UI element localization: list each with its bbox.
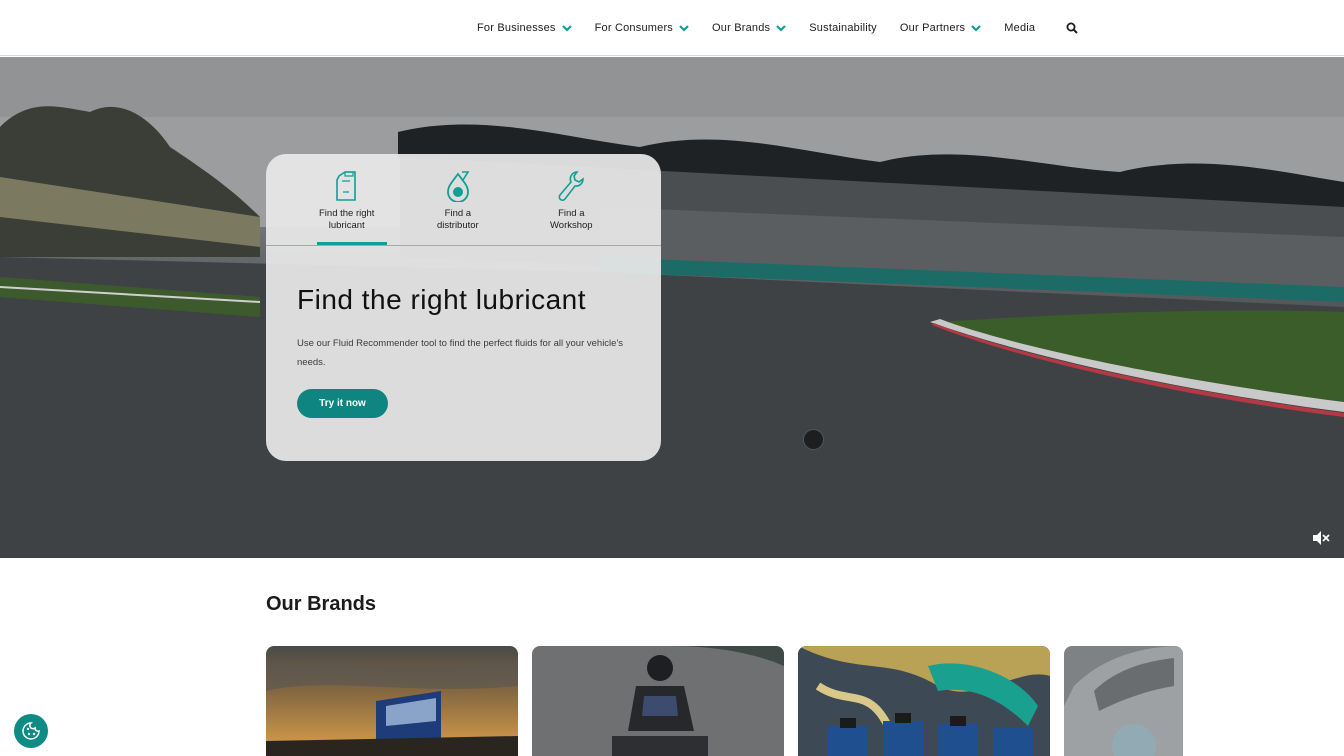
oil-drop-icon [446, 171, 470, 202]
nav-label: Our Brands [712, 22, 771, 34]
brand-card-truck[interactable] [266, 646, 518, 756]
nav-label: For Businesses [477, 22, 556, 34]
search-icon[interactable] [1066, 22, 1078, 34]
nav-for-businesses[interactable]: For Businesses [477, 22, 572, 34]
chevron-down-icon [561, 25, 572, 32]
brand-card-motorcycle[interactable] [532, 646, 784, 756]
nav-our-partners[interactable]: Our Partners [899, 22, 982, 34]
race-track-background [0, 57, 1344, 558]
chevron-down-icon [776, 25, 787, 32]
main-nav: For Businesses For Consumers Our Brands … [477, 0, 1078, 56]
motorcycle-image [532, 646, 784, 756]
nav-media[interactable]: Media [1004, 22, 1035, 34]
nav-sustainability[interactable]: Sustainability [809, 22, 877, 34]
wrench-icon [558, 171, 585, 201]
tabs-divider [266, 245, 661, 246]
nav-label: Sustainability [809, 22, 877, 34]
tab-label-line1: Find the right [319, 208, 375, 219]
tab-find-workshop[interactable]: Find a Workshop [550, 170, 593, 232]
tab-label-line1: Find a [444, 208, 472, 219]
mute-icon[interactable] [1312, 530, 1330, 546]
nav-label: For Consumers [594, 22, 674, 34]
oil-can-icon [335, 171, 356, 201]
chevron-down-icon [971, 25, 982, 32]
tab-label-line2: lubricant [328, 220, 365, 231]
chevron-down-icon [679, 25, 689, 32]
try-it-now-button[interactable]: Try it now [297, 389, 388, 418]
cookie-settings-button[interactable] [14, 714, 48, 748]
tab-label-line2: Workshop [550, 220, 593, 231]
site-header: For Businesses For Consumers Our Brands … [0, 0, 1344, 56]
video-scrub-dot[interactable] [803, 429, 824, 450]
hero-video[interactable]: Find the right lubricant Find a distribu… [0, 57, 1344, 558]
active-tab-indicator [317, 242, 387, 245]
card-title: Find the right lubricant [297, 284, 587, 315]
card-description: Use our Fluid Recommender tool to find t… [297, 338, 624, 368]
tab-find-distributor[interactable]: Find a distributor [437, 170, 479, 232]
cookie-icon [22, 722, 40, 740]
tab-label-line1: Find a [558, 208, 585, 219]
tool-finder-card: Find the right lubricant Find a distribu… [266, 154, 661, 461]
tab-label-line2: distributor [437, 220, 479, 231]
brand-card-car[interactable] [1064, 646, 1183, 756]
section-title-our-brands: Our Brands [266, 593, 377, 615]
truck-image [266, 646, 518, 756]
brand-card-oil-bottles[interactable] [798, 646, 1050, 756]
tab-find-lubricant[interactable]: Find the right lubricant [319, 170, 374, 232]
nav-our-brands[interactable]: Our Brands [712, 22, 787, 34]
oil-bottles-image [798, 646, 1050, 756]
car-image [1064, 646, 1183, 756]
nav-label: Our Partners [899, 22, 966, 34]
nav-for-consumers[interactable]: For Consumers [595, 22, 689, 34]
nav-label: Media [1004, 22, 1036, 34]
